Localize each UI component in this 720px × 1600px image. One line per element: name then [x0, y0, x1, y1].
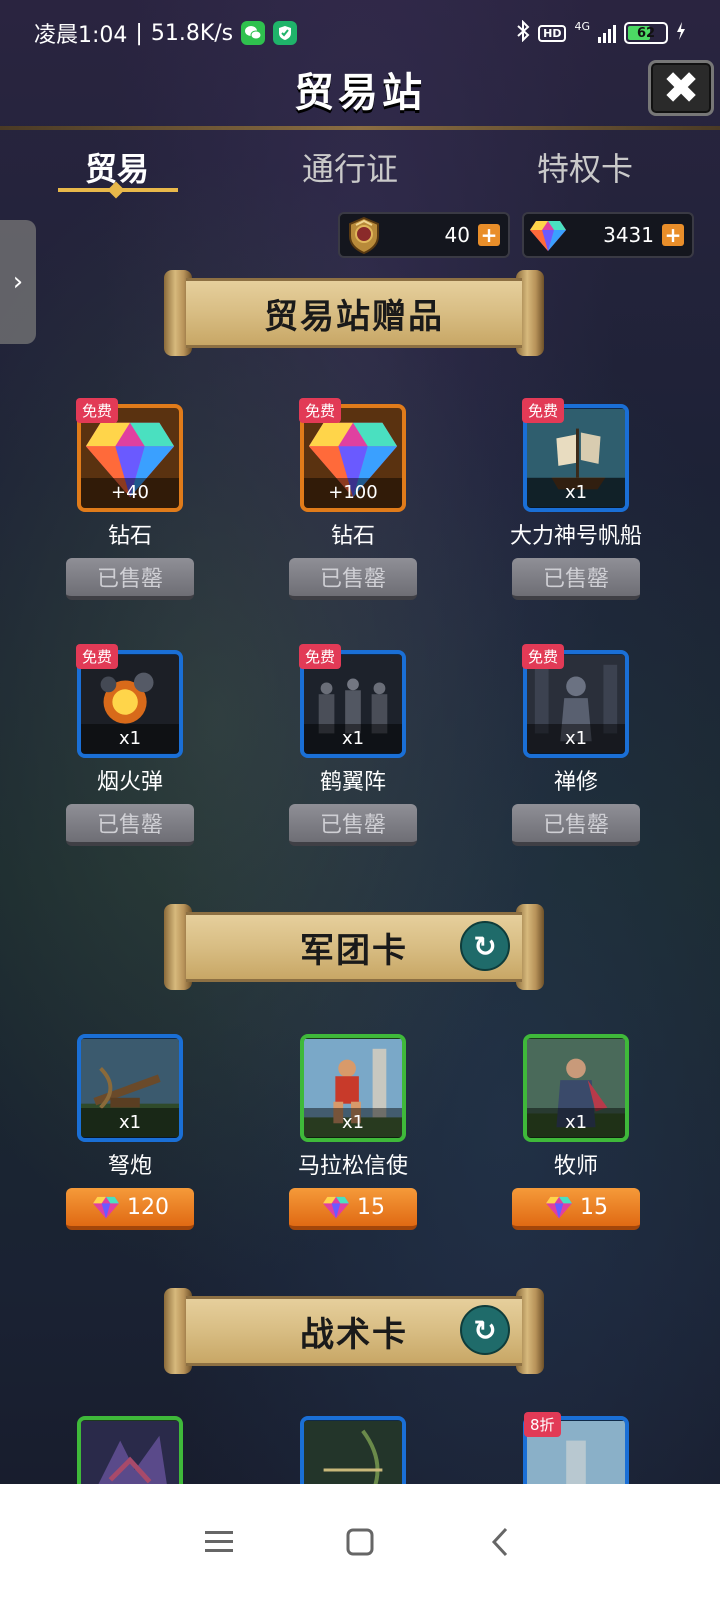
- bluetooth-icon: [516, 19, 530, 46]
- system-nav-bar: [0, 1484, 720, 1600]
- legion-item[interactable]: x1 弩炮 120: [60, 1034, 200, 1230]
- sold-out-button[interactable]: 已售罄: [512, 558, 640, 600]
- status-left: 凌晨1:04 | 51.8K/s: [34, 17, 298, 49]
- free-badge: 免费: [76, 398, 119, 423]
- item-quantity: x1: [81, 1108, 179, 1138]
- item-card[interactable]: x1: [77, 1034, 183, 1142]
- side-drawer-handle[interactable]: ›: [0, 220, 36, 344]
- section-title: 贸易站赠品: [186, 278, 522, 348]
- buy-button[interactable]: 120: [66, 1188, 194, 1230]
- clock: 凌晨1:04: [34, 23, 128, 48]
- diamond-icon: [323, 1196, 349, 1219]
- gift-item[interactable]: +40 免费 钻石 已售罄: [60, 398, 200, 600]
- legion-section-banner: 军团卡 ↻: [164, 904, 544, 990]
- buy-button[interactable]: 15: [289, 1188, 417, 1230]
- gifts-section-banner: 贸易站赠品: [164, 270, 544, 356]
- gift-item[interactable]: x1 免费 鹤翼阵 已售罄: [283, 644, 423, 846]
- item-name: 烟火弹: [96, 770, 163, 795]
- item-quantity: +100: [304, 478, 402, 508]
- buy-button[interactable]: 15: [512, 1188, 640, 1230]
- item-card[interactable]: x1: [300, 1034, 406, 1142]
- sold-out-button[interactable]: 已售罄: [289, 804, 417, 846]
- network-type: 4G: [574, 20, 590, 33]
- sold-out-button[interactable]: 已售罄: [66, 804, 194, 846]
- diamond-icon: [526, 213, 570, 257]
- page-title: 贸易站: [294, 70, 426, 116]
- item-quantity: x1: [527, 1108, 625, 1138]
- free-badge: 免费: [522, 644, 565, 669]
- status-separator: |: [135, 20, 143, 46]
- battery-level: 62: [636, 25, 656, 41]
- gift-item[interactable]: x1 免费 烟火弹 已售罄: [60, 644, 200, 846]
- item-quantity: +40: [81, 478, 179, 508]
- refresh-icon: ↻: [473, 929, 497, 963]
- tab-pass[interactable]: 通行证: [285, 144, 415, 190]
- back-icon: [491, 1527, 508, 1557]
- item-quantity: x1: [527, 478, 625, 508]
- menu-button[interactable]: [190, 1512, 250, 1572]
- price-value: 15: [357, 1194, 385, 1220]
- diamond-icon: [546, 1196, 572, 1219]
- gift-item[interactable]: x1 免费 禅修 已售罄: [506, 644, 646, 846]
- item-name: 弩炮: [107, 1154, 152, 1179]
- close-button[interactable]: ✖: [648, 60, 714, 116]
- home-button[interactable]: [330, 1512, 390, 1572]
- sold-out-button[interactable]: 已售罄: [289, 558, 417, 600]
- shield-icon: [273, 21, 298, 45]
- network-speed: 51.8K/s: [150, 20, 234, 46]
- free-badge: 免费: [299, 644, 342, 669]
- item-card[interactable]: x1: [523, 1034, 629, 1142]
- medal-currency: 40 +: [338, 212, 510, 258]
- refresh-button[interactable]: ↻: [460, 921, 510, 971]
- signal-icon: [598, 23, 616, 43]
- item-quantity: x1: [304, 724, 402, 754]
- charging-icon: [676, 21, 686, 45]
- item-name: 大力神号帆船: [509, 524, 642, 549]
- home-icon: [346, 1528, 374, 1556]
- free-badge: 免费: [299, 398, 342, 423]
- item-quantity: x1: [81, 724, 179, 754]
- battery-icon: 62: [624, 22, 668, 44]
- header: 贸易站 ✖: [0, 56, 720, 130]
- gift-item[interactable]: x1 免费 大力神号帆船 已售罄: [506, 398, 646, 600]
- refresh-button[interactable]: ↻: [460, 1305, 510, 1355]
- sold-out-button[interactable]: 已售罄: [66, 558, 194, 600]
- item-quantity: x1: [304, 1108, 402, 1138]
- item-name: 牧师: [553, 1154, 598, 1179]
- diamond-icon: [93, 1196, 119, 1219]
- diamond-currency: 3431 +: [522, 212, 694, 258]
- chevron-right-icon: ›: [12, 267, 24, 297]
- hd-icon: HD: [538, 24, 567, 42]
- tab-privilege-card[interactable]: 特权卡: [520, 144, 650, 190]
- legion-item[interactable]: x1 马拉松信使 15: [283, 1034, 423, 1230]
- item-name: 马拉松信使: [297, 1154, 408, 1179]
- close-icon: ✖: [662, 62, 700, 114]
- discount-badge: 8折: [524, 1412, 561, 1437]
- free-badge: 免费: [76, 644, 119, 669]
- add-medal-button[interactable]: +: [478, 224, 500, 246]
- item-quantity: x1: [527, 724, 625, 754]
- medal-value: 40: [444, 223, 470, 247]
- refresh-icon: ↻: [473, 1313, 497, 1347]
- wechat-icon: [241, 21, 266, 45]
- gift-item[interactable]: +100 免费 钻石 已售罄: [283, 398, 423, 600]
- free-badge: 免费: [522, 398, 565, 423]
- menu-icon: [205, 1531, 233, 1552]
- item-name: 禅修: [553, 770, 598, 795]
- price-value: 15: [580, 1194, 608, 1220]
- medal-icon: [342, 213, 386, 257]
- diamond-value: 3431: [603, 223, 654, 247]
- status-right: HD 4G 62: [516, 19, 686, 46]
- legion-item[interactable]: x1 牧师 15: [506, 1034, 646, 1230]
- tactics-section-banner: 战术卡 ↻: [164, 1288, 544, 1374]
- back-button[interactable]: [470, 1512, 530, 1572]
- price-value: 120: [127, 1194, 169, 1220]
- tab-bar: 贸易 通行证 特权卡: [0, 134, 720, 204]
- item-name: 钻石: [330, 524, 375, 549]
- add-diamond-button[interactable]: +: [662, 224, 684, 246]
- item-name: 钻石: [107, 524, 152, 549]
- item-name: 鹤翼阵: [319, 770, 386, 795]
- sold-out-button[interactable]: 已售罄: [512, 804, 640, 846]
